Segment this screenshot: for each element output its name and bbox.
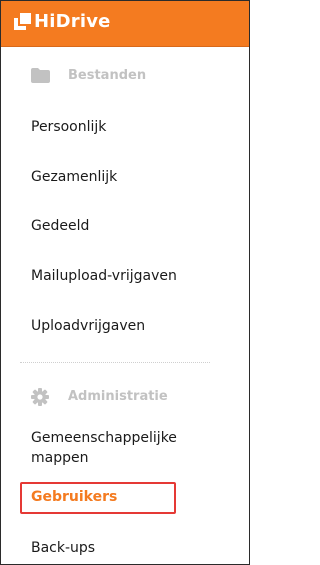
nav-item-gemeenschappelijke-mappen[interactable]: Gemeenschappelijke mappen <box>31 428 231 468</box>
section-title-admin: Administratie <box>68 389 168 404</box>
nav-item-uploadvrijgaven[interactable]: Uploadvrijgaven <box>31 316 145 336</box>
section-title-files: Bestanden <box>68 68 147 83</box>
nav-item-back-ups[interactable]: Back-ups <box>31 538 95 558</box>
gear-icon <box>31 388 49 406</box>
folder-icon <box>31 68 50 83</box>
sidebar-panel: HiDrive Bestanden Persoonlijk Gezamenlij… <box>0 0 250 565</box>
nav-item-mailupload-vrijgaven[interactable]: Mailupload-vrijgaven <box>31 266 177 286</box>
brand-name[interactable]: HiDrive <box>34 11 111 33</box>
nav-item-gezamenlijk[interactable]: Gezamenlijk <box>31 167 117 187</box>
hidrive-logo-icon <box>14 13 31 30</box>
app-header: HiDrive <box>1 1 249 47</box>
section-divider <box>20 362 210 363</box>
nav-item-gedeeld[interactable]: Gedeeld <box>31 216 89 236</box>
nav-item-persoonlijk[interactable]: Persoonlijk <box>31 117 106 137</box>
highlight-annotation-box <box>20 482 176 514</box>
